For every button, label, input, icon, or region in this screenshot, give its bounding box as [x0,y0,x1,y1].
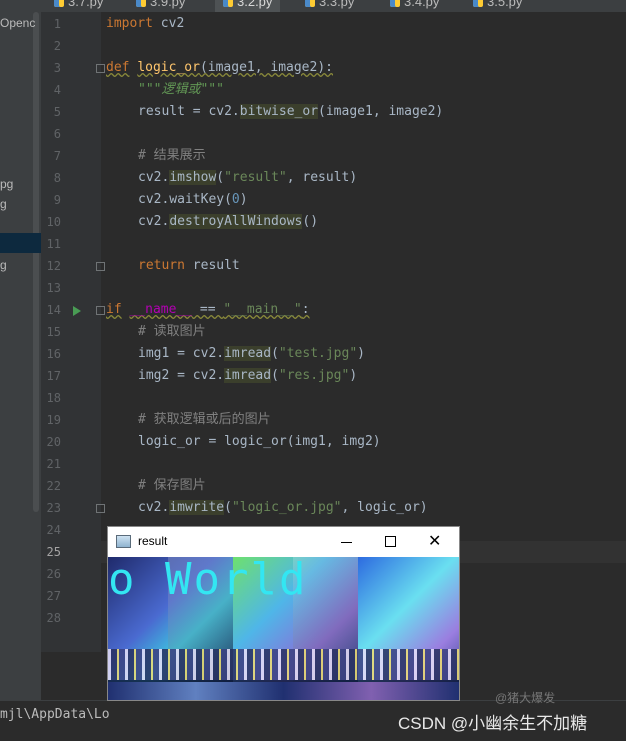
project-item[interactable]: Openc [0,16,35,30]
code-line-20: logic_or = logic_or(img1, img2) [138,434,381,449]
tab-3-2-py[interactable]: 3.2.py [215,0,281,12]
line-number: 12 [46,259,61,273]
code-line-9: cv2.waitKey(0) [138,192,248,207]
project-item[interactable]: pg [0,177,13,191]
line-number: 21 [46,457,61,471]
close-button[interactable]: ✕ [415,529,455,555]
code-line-10: cv2.destroyAllWindows() [138,214,319,229]
line-number: 16 [46,347,61,361]
project-scrollbar[interactable] [33,12,39,512]
editor-tab-bar: 3.7.py 3.9.py 3.2.py 3.3.py 3.4.py 3.5.p… [0,0,626,12]
python-file-icon [473,0,483,7]
terminal-panel[interactable]: mjl\AppData\Lo @猪大爆发 CSDN @小幽余生不加糖 [0,691,626,741]
maximize-icon [385,536,396,547]
maximize-button[interactable] [371,529,411,555]
code-line-23: cv2.imwrite("logic_or.jpg", logic_or) [138,500,428,515]
code-line-3: def logic_or(image1, image2): [106,60,333,75]
line-number: 3 [53,61,61,75]
minimize-icon [341,542,352,543]
line-number: 19 [46,413,61,427]
line-number: 23 [46,501,61,515]
line-number: 22 [46,479,61,493]
line-number: 10 [46,215,61,229]
image-overlay-text: o World [108,557,308,605]
project-item-selected[interactable] [0,233,41,253]
terminal-path: mjl\AppData\Lo [0,707,110,722]
fold-marker-icon[interactable] [96,64,105,73]
fold-marker-icon[interactable] [96,262,105,271]
result-window-titlebar[interactable]: result ✕ [108,527,459,557]
minimize-button[interactable] [327,529,367,555]
line-number: 13 [46,281,61,295]
window-app-icon [116,535,131,548]
line-number: 5 [53,105,61,119]
line-number: 18 [46,391,61,405]
result-window[interactable]: result ✕ o World [108,527,459,700]
python-file-icon [223,0,233,7]
line-number: 14 [46,303,61,317]
image-water [108,682,459,700]
fold-marker-icon[interactable] [96,504,105,513]
watermark-ghost-text: @猪大爆发 [495,691,556,705]
code-line-16: img1 = cv2.imread("test.jpg") [138,346,365,361]
line-number: 6 [53,127,61,141]
tab-3-4-py[interactable]: 3.4.py [390,0,439,12]
line-number: 1 [53,17,61,31]
line-number: 24 [46,523,61,537]
code-line-19: # 获取逻辑或后的图片 [138,412,271,427]
line-number-gutter: 1 2 3 4 5 6 7 8 9 10 11 12 13 14 15 16 1… [41,12,105,652]
code-line-5: result = cv2.bitwise_or(image1, image2) [138,104,444,119]
code-line-4: """逻辑或""" [138,82,224,97]
tab-3-7-py[interactable]: 3.7.py [54,0,103,12]
code-line-22: # 保存图片 [138,478,206,493]
result-window-title: result [138,534,168,548]
code-line-1: import cv2 [106,16,185,31]
project-item[interactable]: g [0,197,7,211]
code-line-12: return result [138,258,240,273]
python-file-icon [136,0,146,7]
project-item[interactable]: g [0,258,7,272]
code-line-7: # 结果展示 [138,148,206,163]
line-number: 20 [46,435,61,449]
line-number: 8 [53,171,61,185]
project-panel: Openc pg g g [0,12,41,700]
line-number: 9 [53,193,61,207]
python-file-icon [54,0,64,7]
code-line-14: if __name__ == "__main__": [106,302,310,317]
result-image: o World [108,557,459,700]
line-number: 11 [46,237,61,251]
line-number: 26 [46,567,61,581]
line-number: 17 [46,369,61,383]
tab-3-9-py[interactable]: 3.9.py [136,0,185,12]
tab-3-3-py[interactable]: 3.3.py [305,0,354,12]
line-number: 4 [53,83,61,97]
fold-marker-icon[interactable] [96,306,105,315]
line-number: 15 [46,325,61,339]
code-line-8: cv2.imshow("result", result) [138,170,358,185]
line-number: 2 [53,39,61,53]
csdn-watermark: CSDN @小幽余生不加糖 [398,714,588,733]
python-file-icon [305,0,315,7]
line-number-current: 25 [46,545,61,559]
code-line-17: img2 = cv2.imread("res.jpg") [138,368,358,383]
python-file-icon [390,0,400,7]
code-line-15: # 读取图片 [138,324,206,339]
tab-3-5-py[interactable]: 3.5.py [473,0,522,12]
close-icon: ✕ [428,531,442,550]
line-number: 28 [46,611,61,625]
run-icon[interactable] [73,306,81,316]
line-number: 7 [53,149,61,163]
line-number: 27 [46,589,61,603]
